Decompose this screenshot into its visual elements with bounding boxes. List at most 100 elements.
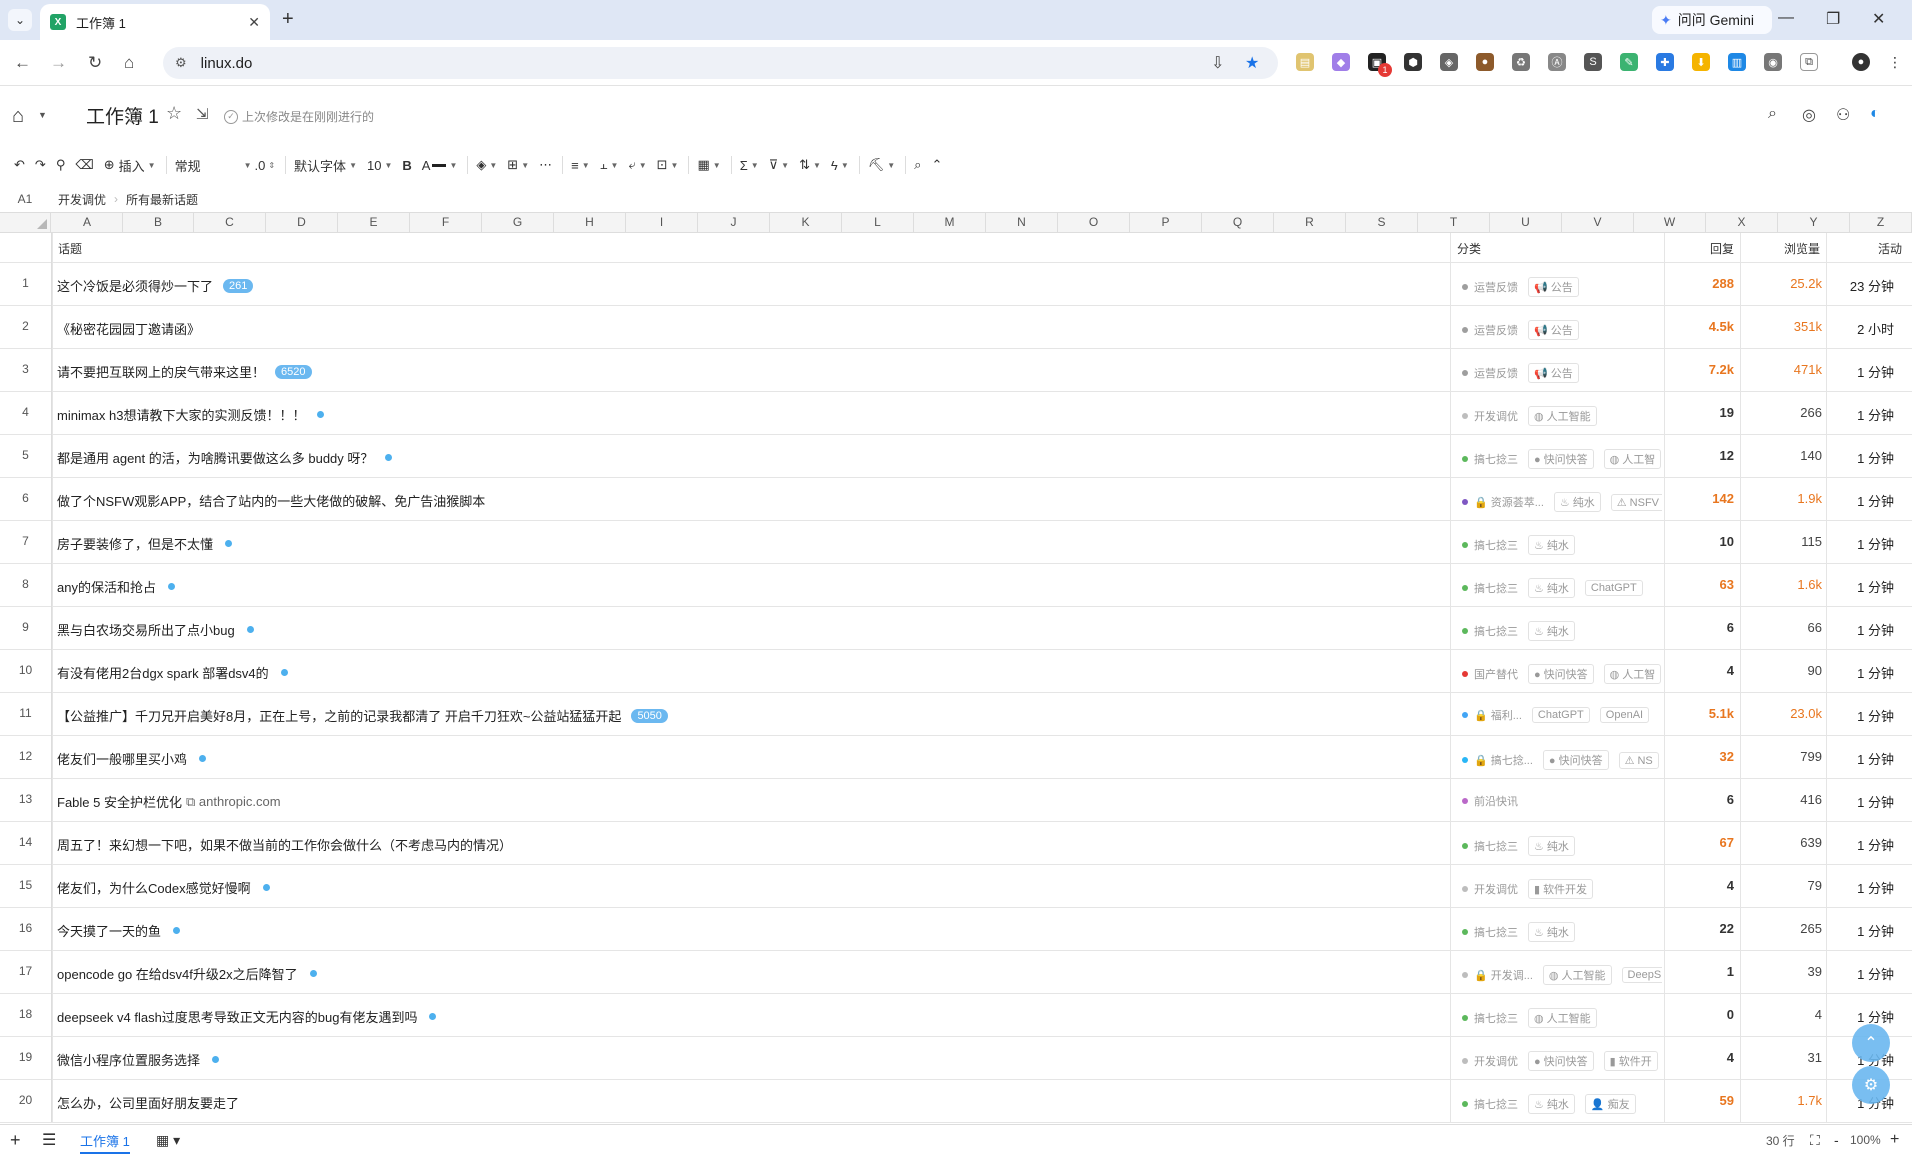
- category-name[interactable]: 开发调优: [1474, 881, 1518, 897]
- activity-time[interactable]: 1 分钟: [1836, 534, 1894, 553]
- extension-11-icon[interactable]: ✚: [1656, 53, 1674, 71]
- url-text[interactable]: linux.do: [201, 55, 253, 72]
- topic-link[interactable]: deepseek v4 flash过度思考导致正文无内容的bug有佬友遇到吗: [57, 1007, 437, 1026]
- topic-link[interactable]: 房子要装修了，但是不太懂: [57, 534, 233, 553]
- column-header[interactable]: B: [123, 213, 194, 232]
- category-name[interactable]: 搞七捻三: [1474, 451, 1518, 467]
- row-number[interactable]: 13: [0, 778, 52, 821]
- chevron-down-icon[interactable]: ▼: [38, 110, 47, 120]
- row-number[interactable]: 16: [0, 907, 52, 950]
- topic-link[interactable]: 这个冷饭是必须得炒一下了 261: [57, 276, 254, 295]
- topic-tag[interactable]: ♨ 纯水: [1528, 621, 1575, 641]
- gemini-button[interactable]: ✦ 问问 Gemini: [1652, 6, 1772, 34]
- category-name[interactable]: 搞七捻三: [1474, 580, 1518, 596]
- activity-time[interactable]: 1 分钟: [1836, 663, 1894, 682]
- category-name[interactable]: 搞七捻三: [1474, 623, 1518, 639]
- borders-icon[interactable]: ⊞ ▼: [507, 157, 529, 173]
- column-header[interactable]: I: [626, 213, 698, 232]
- topic-tag[interactable]: ♨ 纯水: [1553, 492, 1601, 512]
- category-name[interactable]: 🔒 资源荟萃...: [1474, 494, 1544, 510]
- row-number[interactable]: 19: [0, 1036, 52, 1079]
- row-number[interactable]: [0, 233, 52, 262]
- table-style-icon[interactable]: ▦ ▼: [697, 157, 720, 173]
- topic-link[interactable]: any的保活和抢占: [57, 577, 175, 596]
- topic-link[interactable]: 怎么办，公司里面好朋友要走了: [57, 1093, 239, 1112]
- column-header[interactable]: X: [1706, 213, 1778, 232]
- sum-icon[interactable]: Σ ▼: [740, 158, 759, 173]
- cookie-icon[interactable]: ●: [1476, 53, 1494, 71]
- topic-link[interactable]: 周五了！来幻想一下吧，如果不做当前的工作你会做什么（不考虑马内的情况）: [57, 835, 512, 854]
- extension-8-icon[interactable]: Ⓐ: [1548, 53, 1566, 71]
- download-icon[interactable]: ⬇: [1692, 53, 1710, 71]
- activity-time[interactable]: 1 分钟: [1836, 491, 1894, 510]
- close-window-icon[interactable]: ✕: [1872, 9, 1885, 29]
- topic-link[interactable]: 《秘密花园园丁邀请函》: [57, 319, 200, 338]
- topic-title[interactable]: any的保活和抢占: [57, 577, 156, 596]
- activity-time[interactable]: 1 分钟: [1836, 577, 1894, 596]
- row-number[interactable]: 11: [0, 692, 52, 735]
- column-header[interactable]: L: [842, 213, 914, 232]
- topic-link[interactable]: minimax h3想请教下大家的实测反馈！！！: [57, 405, 325, 424]
- assistant-icon[interactable]: ◐: [1870, 105, 1880, 123]
- topic-link[interactable]: 都是通用 agent 的活，为啥腾讯要做这么多 buddy 呀？: [57, 448, 393, 467]
- favorite-star-icon[interactable]: ☆: [166, 103, 182, 124]
- topic-title[interactable]: 【公益推广】千刀兄开启美好8月，正在上号，之前的记录我都清了 开启千刀狂欢~公益…: [57, 706, 621, 725]
- column-header[interactable]: Y: [1778, 213, 1850, 232]
- column-header[interactable]: V: [1562, 213, 1634, 232]
- row-number[interactable]: 4: [0, 391, 52, 434]
- unread-count-badge[interactable]: 6520: [275, 364, 312, 379]
- topic-link[interactable]: 黑与白农场交易所出了点小bug: [57, 620, 254, 639]
- collapse-toolbar-icon[interactable]: ⌃: [931, 157, 942, 173]
- add-sheet-button[interactable]: +: [10, 1130, 21, 1151]
- topic-tag[interactable]: ● 快问快答: [1528, 449, 1594, 469]
- topic-tag[interactable]: ◍ 人工智能: [1528, 406, 1597, 426]
- select-all-corner[interactable]: [0, 213, 51, 232]
- extension-4-icon[interactable]: ⬢: [1404, 53, 1422, 71]
- omnibox[interactable]: ⚙ linux.do ⇩ ★: [163, 47, 1278, 79]
- topic-tag[interactable]: ♨ 纯水: [1528, 578, 1575, 598]
- breadcrumb-item[interactable]: 开发调优: [58, 191, 106, 208]
- extension-13-icon[interactable]: ▥: [1728, 53, 1746, 71]
- tab-list-button[interactable]: ⌄: [8, 9, 32, 31]
- sheet-tab[interactable]: 工作簿 1: [80, 1131, 130, 1154]
- format-painter-icon[interactable]: ⚲: [56, 157, 66, 173]
- topic-title[interactable]: 房子要装修了，但是不太懂: [57, 534, 213, 553]
- row-number[interactable]: 6: [0, 477, 52, 520]
- new-tab-button[interactable]: +: [282, 8, 294, 31]
- activity-time[interactable]: 1 分钟: [1836, 405, 1894, 424]
- settings-gear-icon[interactable]: ⚙: [1852, 1066, 1890, 1104]
- topic-title[interactable]: 佬友们，为什么Codex感觉好慢啊: [57, 878, 251, 897]
- activity-time[interactable]: 1 分钟: [1836, 835, 1894, 854]
- category-name[interactable]: 搞七捻三: [1474, 1096, 1518, 1112]
- column-header[interactable]: O: [1058, 213, 1130, 232]
- home-browser-icon[interactable]: ⌂: [124, 53, 134, 73]
- font-size-select[interactable]: 10 ▼: [367, 158, 392, 173]
- category-name[interactable]: 国产替代: [1474, 666, 1518, 682]
- topic-title[interactable]: opencode go 在给dsv4f升级2x之后降智了: [57, 964, 298, 983]
- row-number[interactable]: 12: [0, 735, 52, 778]
- row-number[interactable]: 5: [0, 434, 52, 477]
- topic-link[interactable]: 有没有佬用2台dgx spark 部署dsv4的: [57, 663, 288, 682]
- move-to-folder-icon[interactable]: ⇲: [196, 105, 209, 123]
- topic-title[interactable]: 《秘密花园园丁邀请函》: [57, 319, 200, 338]
- topic-link[interactable]: 做了个NSFW观影APP，结合了站内的一些大佬做的破解、免广告油猴脚本: [57, 491, 485, 510]
- column-header[interactable]: M: [914, 213, 986, 232]
- zoom-in-button[interactable]: +: [1890, 1131, 1899, 1149]
- external-link-text[interactable]: anthropic.com: [199, 794, 281, 809]
- topic-link[interactable]: 今天摸了一天的鱼: [57, 921, 181, 940]
- column-header[interactable]: T: [1418, 213, 1490, 232]
- column-header[interactable]: C: [194, 213, 266, 232]
- topic-tag[interactable]: ◍ 人工智能: [1542, 965, 1612, 985]
- activity-time[interactable]: 1 分钟: [1836, 1007, 1894, 1026]
- category-name[interactable]: 搞七捻三: [1474, 838, 1518, 854]
- unread-count-badge[interactable]: 261: [223, 278, 254, 293]
- category-name[interactable]: 运营反馈: [1474, 322, 1518, 338]
- globe-icon[interactable]: ◎: [1802, 105, 1816, 125]
- activity-time[interactable]: 1 分钟: [1836, 792, 1894, 811]
- topic-tag[interactable]: 📢 公告: [1528, 277, 1579, 297]
- undo-icon[interactable]: ↶: [14, 157, 25, 173]
- topic-tag[interactable]: ▮ 软件开: [1603, 1051, 1658, 1071]
- install-app-icon[interactable]: ⇩: [1211, 53, 1224, 73]
- column-header[interactable]: W: [1634, 213, 1706, 232]
- topic-link[interactable]: opencode go 在给dsv4f升级2x之后降智了: [57, 964, 317, 983]
